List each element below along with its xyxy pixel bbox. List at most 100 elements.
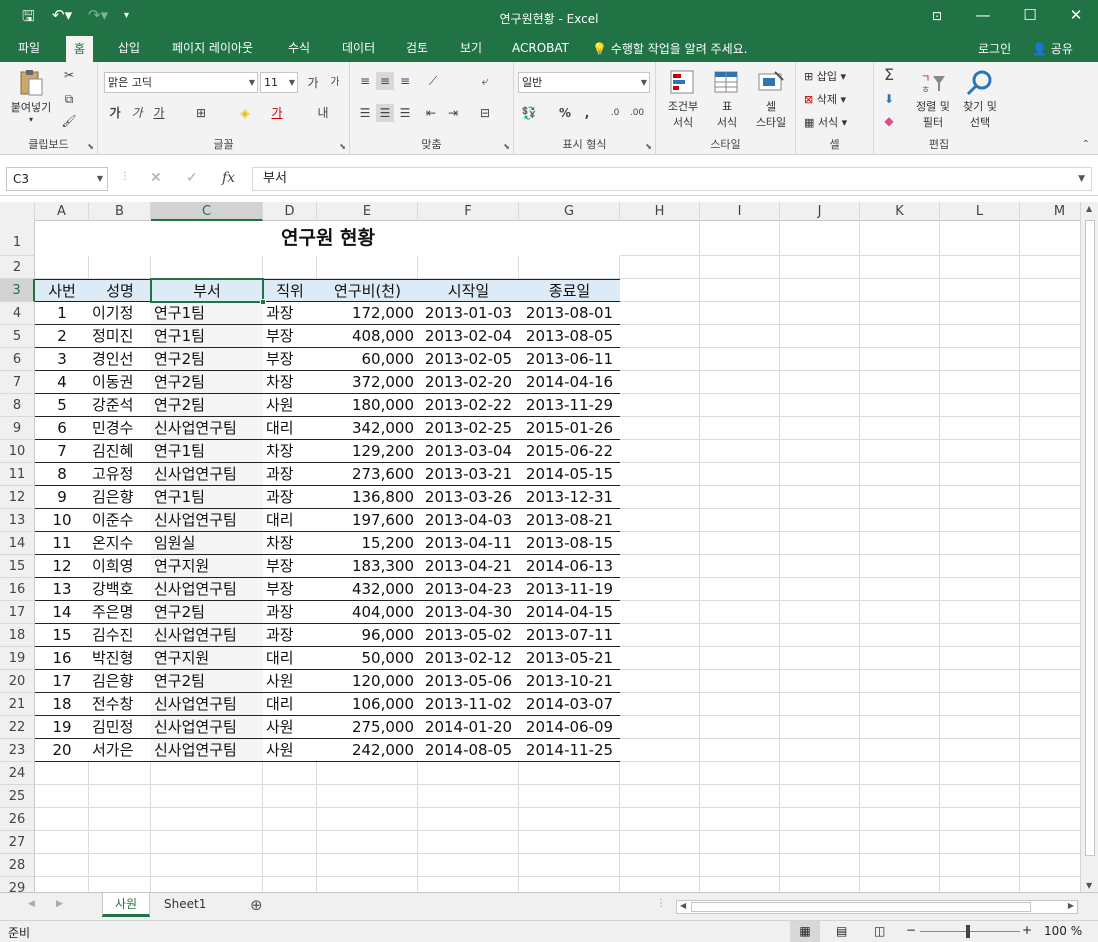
tab-acrobat[interactable]: ACROBAT [504, 36, 577, 62]
orientation-icon[interactable]: ⟋ [424, 72, 442, 90]
empty-cell[interactable] [620, 221, 700, 256]
table-cell[interactable]: 12 [35, 555, 89, 578]
insert-cells-button[interactable]: ⊞ 삽입 ▾ [804, 68, 846, 84]
empty-cell[interactable] [780, 486, 860, 509]
empty-cell[interactable] [317, 854, 418, 877]
table-cell[interactable]: 9 [35, 486, 89, 509]
header-cell[interactable]: 시작일 [418, 279, 519, 302]
empty-cell[interactable] [860, 831, 940, 854]
empty-cell[interactable] [780, 302, 860, 325]
decrease-font-icon[interactable]: 가 [326, 74, 344, 92]
row-header[interactable]: 26 [0, 808, 35, 831]
table-cell[interactable]: 2013-05-06 [418, 670, 519, 693]
table-cell[interactable]: 연구2팀 [151, 371, 263, 394]
table-cell[interactable]: 4 [35, 371, 89, 394]
row-header[interactable]: 22 [0, 716, 35, 739]
table-cell[interactable]: 408,000 [317, 325, 418, 348]
empty-cell[interactable] [700, 785, 780, 808]
scroll-up-icon[interactable]: ▲ [1086, 204, 1092, 213]
table-cell[interactable]: 60,000 [317, 348, 418, 371]
table-cell[interactable]: 부장 [263, 578, 317, 601]
empty-cell[interactable] [317, 831, 418, 854]
empty-cell[interactable] [860, 371, 940, 394]
empty-cell[interactable] [620, 417, 700, 440]
table-cell[interactable]: 2014-03-07 [519, 693, 620, 716]
column-header[interactable]: H [620, 202, 700, 221]
table-cell[interactable]: 연구2팀 [151, 348, 263, 371]
row-header[interactable]: 19 [0, 647, 35, 670]
table-cell[interactable]: 2013-08-01 [519, 302, 620, 325]
table-cell[interactable]: 180,000 [317, 394, 418, 417]
empty-cell[interactable] [151, 256, 263, 279]
empty-cell[interactable] [940, 302, 1020, 325]
empty-cell[interactable] [620, 831, 700, 854]
table-cell[interactable]: 2013-04-30 [418, 601, 519, 624]
tab-home[interactable]: 홈 [66, 36, 94, 62]
row-header[interactable]: 6 [0, 348, 35, 371]
formula-bar-splitter-icon[interactable]: ⋮ [120, 171, 130, 182]
empty-cell[interactable] [620, 693, 700, 716]
empty-cell[interactable] [317, 808, 418, 831]
empty-cell[interactable] [620, 578, 700, 601]
conditional-formatting-button[interactable]: 조건부 서식 [660, 68, 706, 130]
table-cell[interactable]: 이동권 [89, 371, 151, 394]
empty-cell[interactable] [940, 509, 1020, 532]
sheet-tab-sheet1[interactable]: Sheet1 [152, 893, 218, 917]
table-cell[interactable]: 민경수 [89, 417, 151, 440]
empty-cell[interactable] [1020, 854, 1080, 877]
table-cell[interactable]: 부장 [263, 555, 317, 578]
table-cell[interactable]: 연구2팀 [151, 394, 263, 417]
empty-cell[interactable] [418, 808, 519, 831]
row-header[interactable]: 20 [0, 670, 35, 693]
worksheet-grid[interactable]: ABCDEFGHIJKLM 1 2 3 4 5 6 7 8 9 10 11 12 13 14 15 16 17 1… [0, 202, 1080, 892]
empty-cell[interactable] [700, 463, 780, 486]
table-cell[interactable]: 2013-05-02 [418, 624, 519, 647]
row-header[interactable]: 17 [0, 601, 35, 624]
vertical-scroll-thumb[interactable] [1085, 220, 1095, 856]
table-cell[interactable]: 부장 [263, 348, 317, 371]
bold-icon[interactable]: 가 [106, 104, 124, 122]
table-cell[interactable]: 김진혜 [89, 440, 151, 463]
row-header[interactable]: 25 [0, 785, 35, 808]
empty-cell[interactable] [519, 831, 620, 854]
table-cell[interactable]: 신사업연구팀 [151, 463, 263, 486]
empty-cell[interactable] [860, 463, 940, 486]
table-cell[interactable]: 주은명 [89, 601, 151, 624]
empty-cell[interactable] [860, 221, 940, 256]
row-header[interactable]: 21 [0, 693, 35, 716]
table-cell[interactable]: 사원 [263, 716, 317, 739]
horizontal-scrollbar[interactable]: ◀ ▶ [676, 900, 1078, 914]
table-cell[interactable]: 7 [35, 440, 89, 463]
empty-cell[interactable] [620, 371, 700, 394]
empty-cell[interactable] [620, 808, 700, 831]
empty-cell[interactable] [940, 808, 1020, 831]
row-header[interactable]: 7 [0, 371, 35, 394]
font-name-combo[interactable]: 맑은 고딕 ▼ [104, 72, 258, 93]
empty-cell[interactable] [620, 394, 700, 417]
table-cell[interactable]: 2015-06-22 [519, 440, 620, 463]
row-header[interactable]: 28 [0, 854, 35, 877]
table-cell[interactable]: 172,000 [317, 302, 418, 325]
empty-cell[interactable] [1020, 693, 1080, 716]
empty-cell[interactable] [263, 762, 317, 785]
empty-cell[interactable] [780, 578, 860, 601]
horizontal-scroll-thumb[interactable] [691, 902, 1031, 912]
name-box[interactable]: C3 ▼ [6, 167, 108, 191]
empty-cell[interactable] [780, 808, 860, 831]
align-left-icon[interactable]: ☰ [356, 104, 374, 122]
empty-cell[interactable] [780, 762, 860, 785]
table-cell[interactable]: 2013-12-31 [519, 486, 620, 509]
empty-cell[interactable] [418, 785, 519, 808]
align-right-icon[interactable]: ☰ [396, 104, 414, 122]
table-cell[interactable]: 사원 [263, 394, 317, 417]
empty-cell[interactable] [780, 670, 860, 693]
empty-cell[interactable] [1020, 463, 1080, 486]
empty-cell[interactable] [940, 279, 1020, 302]
empty-cell[interactable] [780, 325, 860, 348]
empty-cell[interactable] [940, 486, 1020, 509]
table-cell[interactable]: 8 [35, 463, 89, 486]
empty-cell[interactable] [700, 762, 780, 785]
font-size-combo[interactable]: 11 ▼ [260, 72, 298, 93]
empty-cell[interactable] [700, 601, 780, 624]
empty-cell[interactable] [700, 647, 780, 670]
